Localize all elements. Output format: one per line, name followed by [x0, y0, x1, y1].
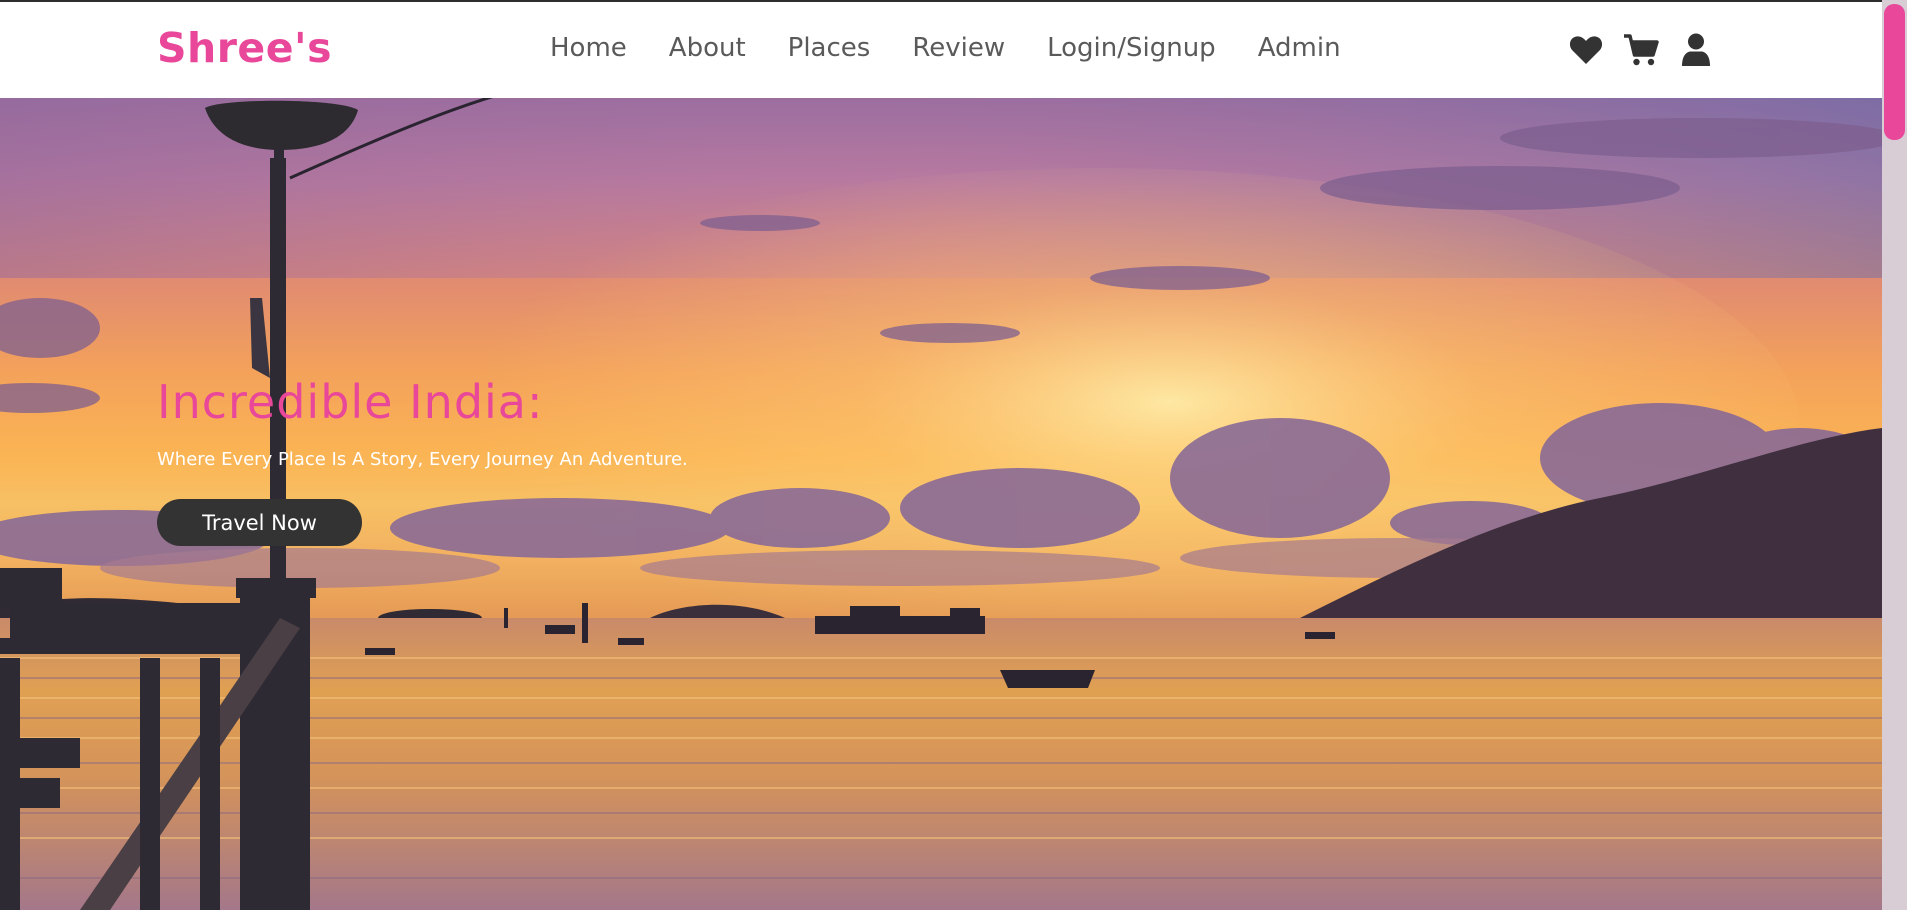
nav-links: Home About Places Review Login/Signup Ad… [550, 33, 1383, 64]
nav-link-admin[interactable]: Admin [1258, 33, 1341, 64]
navbar: Shree's Home About Places Review Login/S… [0, 2, 1882, 98]
heart-icon[interactable] [1568, 32, 1604, 68]
cart-icon[interactable] [1623, 32, 1659, 68]
top-border [0, 0, 1882, 2]
nav-link-login-signup[interactable]: Login/Signup [1047, 33, 1216, 64]
page: Shree's Home About Places Review Login/S… [0, 0, 1907, 910]
nav-link-places[interactable]: Places [788, 33, 871, 64]
user-icon[interactable] [1678, 32, 1714, 68]
hero-banner: Incredible India: Where Every Place Is A… [0, 98, 1882, 910]
travel-now-button[interactable]: Travel Now [157, 499, 362, 546]
hero-title: Incredible India: [157, 375, 544, 429]
nav-link-review[interactable]: Review [912, 33, 1005, 64]
hero-subtitle: Where Every Place Is A Story, Every Jour… [157, 449, 688, 470]
brand-logo[interactable]: Shree's [157, 24, 332, 73]
nav-link-about[interactable]: About [669, 33, 746, 64]
scrollbar-thumb[interactable] [1884, 4, 1905, 140]
nav-link-home[interactable]: Home [550, 33, 627, 64]
nav-icons [1568, 32, 1733, 68]
